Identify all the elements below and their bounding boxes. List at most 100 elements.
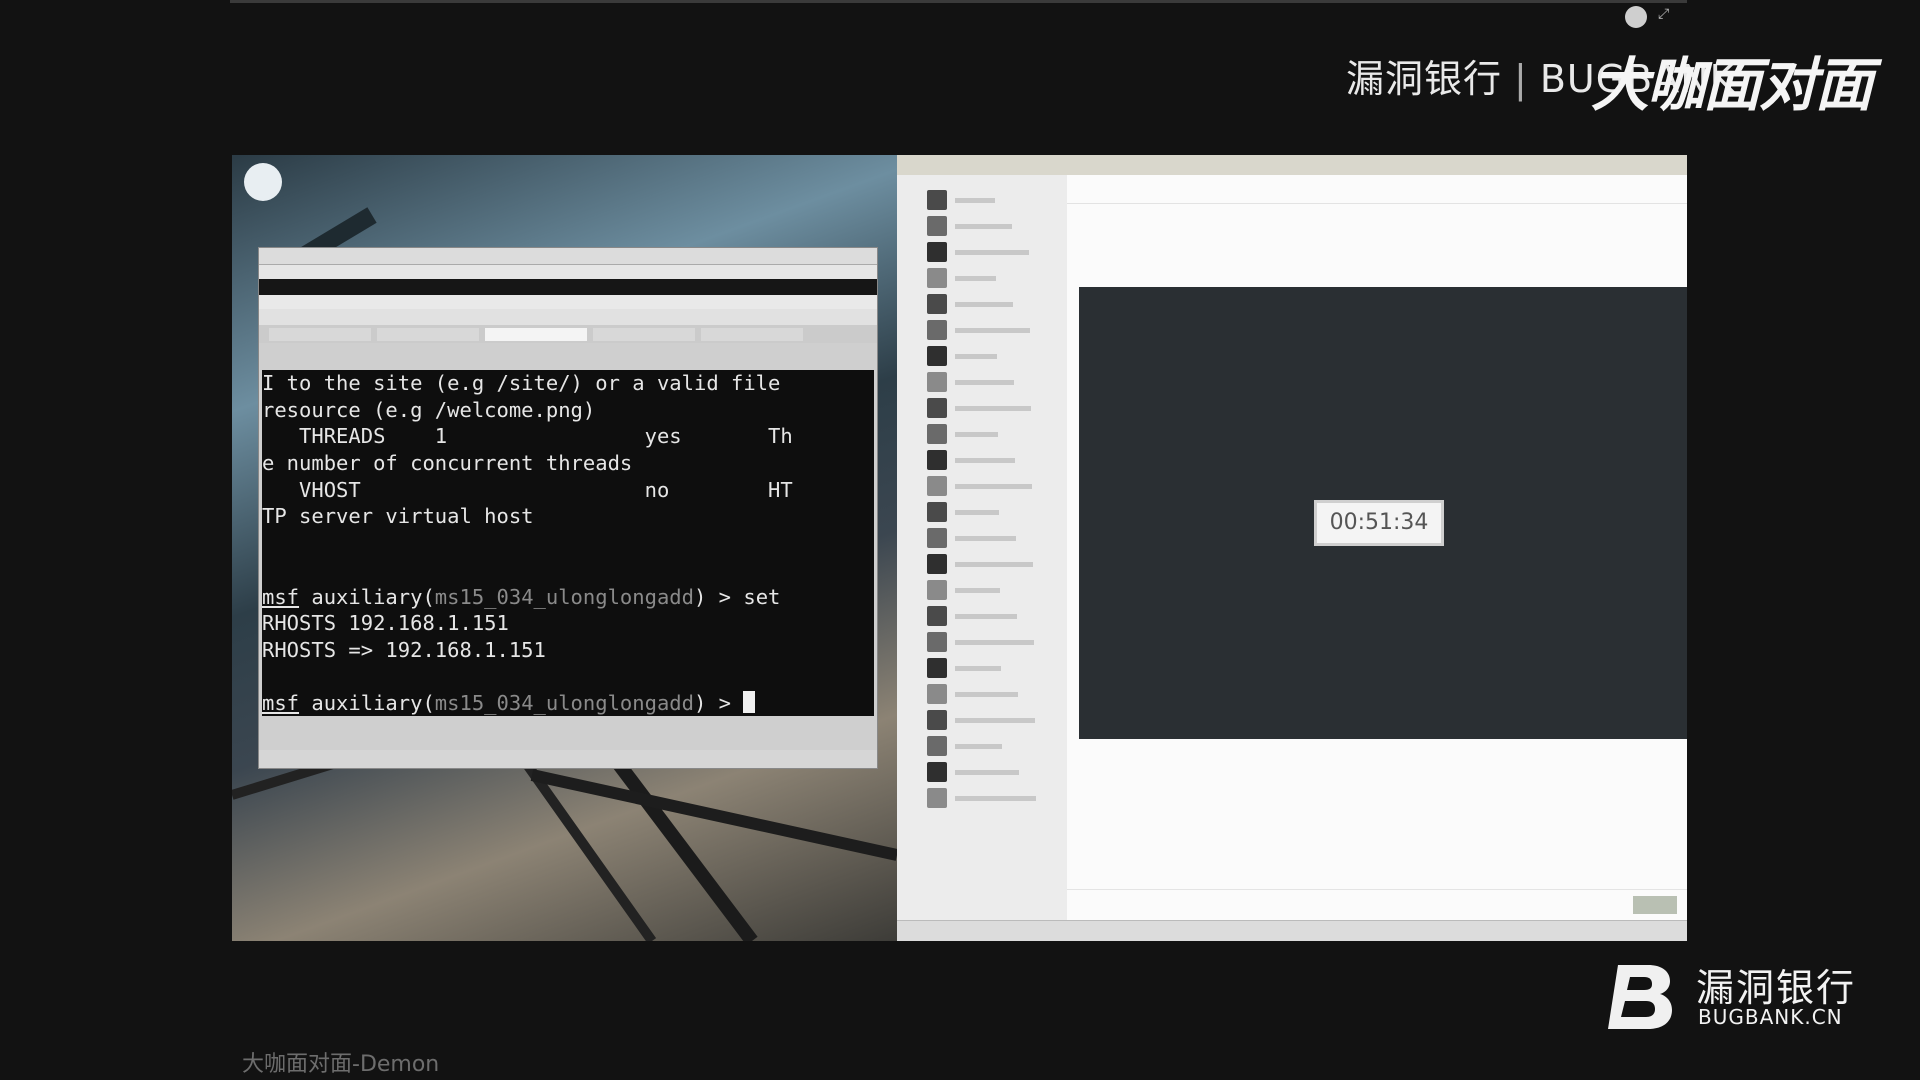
- member-name-placeholder: [955, 327, 1030, 333]
- send-button[interactable]: [1633, 896, 1677, 914]
- window-titlebar[interactable]: [259, 248, 877, 265]
- member-avatar: [927, 762, 947, 782]
- terminal-line: VHOST no HT: [262, 477, 793, 502]
- member-avatar: [927, 216, 947, 236]
- desktop-app-icon[interactable]: [244, 163, 282, 201]
- member-row[interactable]: [897, 421, 1067, 447]
- member-row[interactable]: [897, 707, 1067, 733]
- member-avatar: [927, 580, 947, 600]
- prompt-module-name: ms15_034_ulonglongadd: [434, 584, 694, 609]
- brand-cn: 漏洞银行: [1346, 57, 1503, 101]
- brand-header: 漏洞银行 | BUGBANK 大咖面对面: [1346, 48, 1873, 119]
- prompt-module-type: auxiliary(: [299, 691, 435, 716]
- stream-header: [1067, 175, 1687, 204]
- member-avatar: [927, 372, 947, 392]
- expand-icon: ⤢: [1658, 6, 1670, 22]
- member-avatar: [927, 788, 947, 808]
- terminal-line: TP server virtual host: [262, 504, 534, 529]
- member-name-placeholder: [955, 379, 1014, 385]
- brand-logo-block: 漏洞银行 BUGBANK.CN: [1604, 957, 1864, 1032]
- member-row[interactable]: [897, 681, 1067, 707]
- member-avatar: [927, 632, 947, 652]
- member-row[interactable]: [897, 655, 1067, 681]
- member-row[interactable]: [897, 551, 1067, 577]
- sidebar-header: [897, 175, 1067, 187]
- terminal-line: THREADS 1 yes Th: [262, 424, 793, 449]
- app-titlebar[interactable]: [897, 155, 1687, 176]
- vm-menubar[interactable]: [259, 265, 877, 279]
- chat-input-bar: [1067, 889, 1687, 922]
- member-avatar: [927, 528, 947, 548]
- member-name-placeholder: [955, 717, 1035, 723]
- member-name-placeholder: [955, 795, 1036, 801]
- top-divider: [230, 0, 1687, 3]
- member-row[interactable]: [897, 499, 1067, 525]
- member-name-placeholder: [955, 535, 1016, 541]
- member-row[interactable]: [897, 369, 1067, 395]
- member-avatar: [927, 476, 947, 496]
- member-row[interactable]: [897, 603, 1067, 629]
- member-avatar: [927, 346, 947, 366]
- member-name-placeholder: [955, 249, 1029, 255]
- member-row[interactable]: [897, 343, 1067, 369]
- terminal-menubar[interactable]: [259, 309, 877, 325]
- member-avatar: [927, 606, 947, 626]
- video-player[interactable]: 00:51:34: [1079, 287, 1687, 739]
- member-row[interactable]: [897, 395, 1067, 421]
- member-row[interactable]: [897, 239, 1067, 265]
- member-avatar: [927, 658, 947, 678]
- member-row[interactable]: [897, 629, 1067, 655]
- member-row[interactable]: [897, 785, 1067, 811]
- terminal-line: e number of concurrent threads: [262, 451, 633, 476]
- member-row[interactable]: [897, 187, 1067, 213]
- brand-en-bottom: BUGBANK.CN: [1698, 1005, 1843, 1029]
- member-avatar: [927, 268, 947, 288]
- desktop-background: I to the site (e.g /site/) or a valid fi…: [232, 155, 897, 941]
- member-row[interactable]: [897, 525, 1067, 551]
- member-name-placeholder: [955, 483, 1032, 489]
- vm-statusbar: [259, 750, 877, 768]
- member-avatar: [927, 320, 947, 340]
- member-row[interactable]: [897, 265, 1067, 291]
- taskbar: [897, 920, 1687, 941]
- member-name-placeholder: [955, 197, 995, 203]
- member-row[interactable]: [897, 733, 1067, 759]
- terminal-tab[interactable]: [593, 327, 695, 341]
- member-name-placeholder: [955, 275, 996, 281]
- live-stream-app: 00:51:34: [897, 155, 1687, 941]
- member-avatar: [927, 554, 947, 574]
- member-row[interactable]: [897, 447, 1067, 473]
- bugbank-logo-icon: [1608, 965, 1672, 1029]
- prompt-module-type: auxiliary(: [299, 584, 435, 609]
- member-row[interactable]: [897, 577, 1067, 603]
- member-name-placeholder: [955, 353, 997, 359]
- terminal-tab[interactable]: [377, 327, 479, 341]
- prompt-command: ) > set: [693, 584, 781, 609]
- member-avatar: [927, 450, 947, 470]
- member-row[interactable]: [897, 213, 1067, 239]
- user-avatar-icon: [1625, 6, 1647, 28]
- terminal-tab[interactable]: [701, 327, 803, 341]
- member-avatar: [927, 502, 947, 522]
- member-name-placeholder: [955, 691, 1018, 697]
- member-row[interactable]: [897, 473, 1067, 499]
- member-name-placeholder: [955, 639, 1034, 645]
- terminal-window[interactable]: I to the site (e.g /site/) or a valid fi…: [258, 247, 878, 769]
- member-row[interactable]: [897, 759, 1067, 785]
- terminal-line: msf auxiliary(ms15_034_ulonglongadd) >: [262, 690, 874, 716]
- terminal-line: RHOSTS 192.168.1.151: [262, 611, 509, 636]
- terminal-line: I to the site (e.g /site/) or a valid fi…: [262, 371, 781, 395]
- terminal-output[interactable]: I to the site (e.g /site/) or a valid fi…: [262, 370, 874, 716]
- stream-timer: 00:51:34: [1314, 500, 1444, 546]
- member-avatar: [927, 736, 947, 756]
- brand-separator: |: [1514, 57, 1528, 101]
- terminal-tab[interactable]: [269, 327, 371, 341]
- terminal-tab-active[interactable]: [485, 327, 587, 341]
- guest-top-panel[interactable]: [259, 279, 877, 295]
- prompt-msf: msf: [262, 584, 300, 609]
- terminal-titlebar[interactable]: [259, 295, 877, 309]
- member-row[interactable]: [897, 291, 1067, 317]
- member-row[interactable]: [897, 317, 1067, 343]
